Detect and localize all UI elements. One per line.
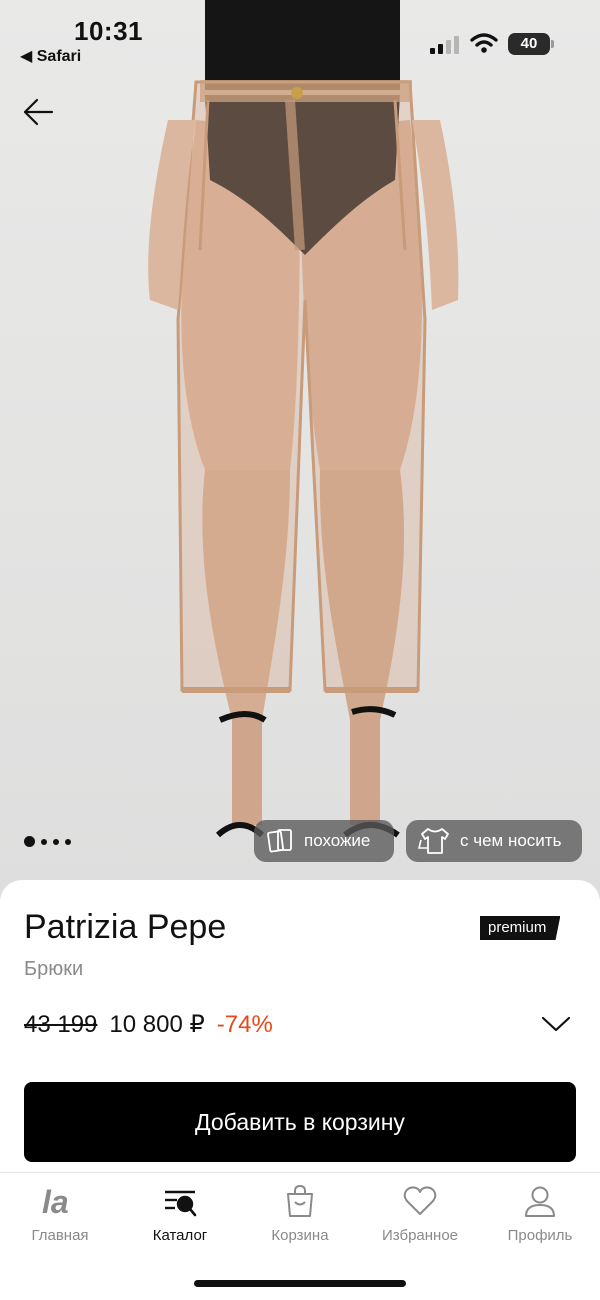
- status-bar: 10:31 ◀ Safari 40: [0, 0, 600, 70]
- chevron-down-icon[interactable]: [540, 1014, 572, 1034]
- outfit-label: с чем носить: [460, 831, 562, 850]
- gallery-dot[interactable]: [41, 838, 47, 845]
- svg-text:la: la: [42, 1185, 69, 1217]
- tab-label: Профиль: [507, 1227, 573, 1244]
- current-price: 10 800 ₽: [109, 1011, 205, 1038]
- tab-cart[interactable]: Корзина: [240, 1183, 360, 1244]
- home-indicator: [194, 1280, 406, 1287]
- heart-icon: [403, 1186, 437, 1215]
- back-button[interactable]: [18, 92, 58, 132]
- similar-label: похожие: [304, 831, 371, 850]
- gallery-dot[interactable]: [65, 838, 71, 845]
- catalog-search-icon: [165, 1190, 197, 1217]
- bag-icon: [287, 1184, 313, 1217]
- product-photo[interactable]: [0, 0, 600, 900]
- status-time: 10:31: [74, 16, 143, 46]
- cellular-signal-icon: [430, 36, 459, 54]
- brand-name[interactable]: Patrizia Pepe: [24, 908, 226, 947]
- tshirt-icon: [418, 828, 449, 854]
- tab-favorites[interactable]: Избранное: [360, 1183, 480, 1244]
- tab-profile[interactable]: Профиль: [480, 1183, 600, 1244]
- premium-badge: premium: [480, 916, 561, 940]
- gallery-dot[interactable]: [24, 836, 35, 847]
- cards-icon: [267, 829, 292, 853]
- add-to-cart-button[interactable]: Добавить в корзину: [24, 1082, 576, 1162]
- gallery-pagination-dots[interactable]: [24, 836, 71, 847]
- wifi-icon: [470, 33, 498, 53]
- product-category: Брюки: [24, 958, 84, 980]
- old-price: 43 199: [24, 1011, 98, 1038]
- tab-label: Избранное: [381, 1227, 459, 1244]
- arrow-left-icon: [23, 98, 54, 126]
- battery-nub: [551, 40, 554, 48]
- tab-label: Главная: [31, 1227, 89, 1244]
- price-row: 43 199 10 800 ₽ -74%: [24, 1010, 273, 1039]
- profile-icon: [525, 1186, 555, 1217]
- tab-catalog[interactable]: Каталог: [120, 1183, 240, 1244]
- tab-label: Корзина: [271, 1227, 329, 1244]
- gallery-dot[interactable]: [53, 838, 59, 845]
- discount-badge: -74%: [216, 1011, 273, 1038]
- tab-home[interactable]: la Главная: [0, 1183, 120, 1244]
- back-to-safari-link[interactable]: ◀ Safari: [20, 46, 81, 66]
- battery-indicator: 40: [508, 33, 550, 55]
- brand-logo-icon: la: [42, 1185, 69, 1217]
- outfit-button[interactable]: с чем носить: [406, 820, 582, 862]
- product-image-illustration: [148, 0, 459, 838]
- tab-label: Каталог: [152, 1227, 208, 1244]
- similar-button[interactable]: похожие: [254, 820, 394, 862]
